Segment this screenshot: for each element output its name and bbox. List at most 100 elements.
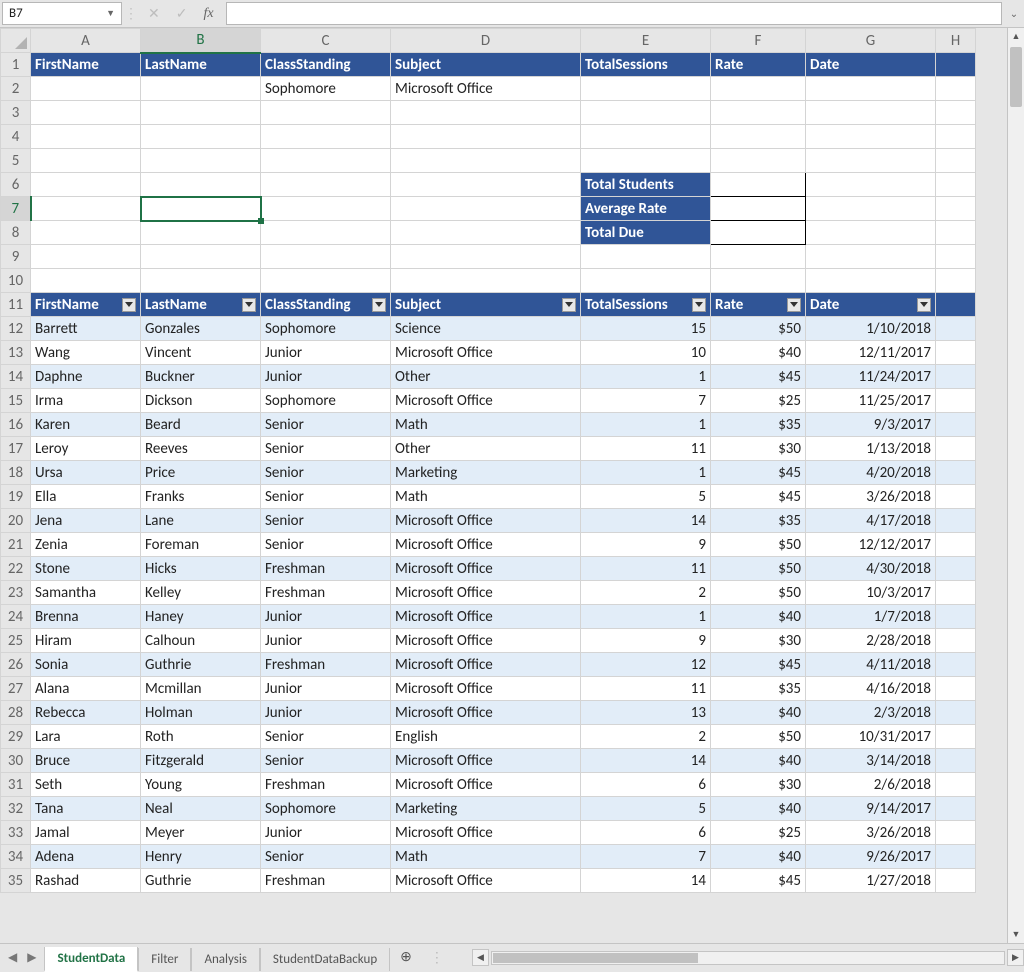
cell[interactable]: Neal <box>141 797 261 821</box>
header-Rate[interactable]: Rate <box>711 53 806 77</box>
header-TotalSessions[interactable]: TotalSessions <box>581 53 711 77</box>
expand-formula-bar[interactable]: ⌄ <box>1004 0 1024 27</box>
cell[interactable]: 11/25/2017 <box>806 389 936 413</box>
cell[interactable]: Alana <box>31 677 141 701</box>
cell[interactable]: 2/6/2018 <box>806 773 936 797</box>
cell[interactable]: Seth <box>31 773 141 797</box>
cell[interactable]: 9 <box>581 629 711 653</box>
cell[interactable] <box>711 77 806 101</box>
cell[interactable]: Senior <box>261 725 391 749</box>
name-box[interactable]: B7 ▼ <box>2 2 122 25</box>
cell[interactable]: 4/11/2018 <box>806 653 936 677</box>
row-header-30[interactable]: 30 <box>1 749 31 773</box>
table-header-ClassStanding[interactable]: ClassStanding <box>261 293 391 317</box>
cell[interactable] <box>936 749 976 773</box>
cell[interactable]: Beard <box>141 413 261 437</box>
horizontal-scrollbar[interactable]: ◀ ▶ <box>472 944 1024 971</box>
cell[interactable] <box>261 125 391 149</box>
cell[interactable]: Wang <box>31 341 141 365</box>
cell[interactable] <box>31 101 141 125</box>
cell[interactable]: Guthrie <box>141 653 261 677</box>
row-header-19[interactable]: 19 <box>1 485 31 509</box>
cell[interactable] <box>581 245 711 269</box>
cell[interactable]: $30 <box>711 629 806 653</box>
column-header-A[interactable]: A <box>31 29 141 53</box>
table-header-Rate[interactable]: Rate <box>711 293 806 317</box>
cell[interactable]: Junior <box>261 821 391 845</box>
row-header-21[interactable]: 21 <box>1 533 31 557</box>
cell[interactable]: 4/30/2018 <box>806 557 936 581</box>
filter-button[interactable] <box>562 298 576 312</box>
header-Date[interactable]: Date <box>806 53 936 77</box>
cell[interactable]: Freshman <box>261 869 391 893</box>
cell[interactable]: Sophomore <box>261 389 391 413</box>
cell[interactable]: $50 <box>711 581 806 605</box>
cell[interactable]: $40 <box>711 701 806 725</box>
cell[interactable]: Senior <box>261 533 391 557</box>
row-header-12[interactable]: 12 <box>1 317 31 341</box>
cell[interactable] <box>936 53 976 77</box>
cell[interactable]: $45 <box>711 869 806 893</box>
cell[interactable]: $40 <box>711 797 806 821</box>
row-header-20[interactable]: 20 <box>1 509 31 533</box>
cell[interactable]: Sonia <box>31 653 141 677</box>
cell[interactable] <box>141 245 261 269</box>
cell[interactable]: Math <box>391 845 581 869</box>
cell[interactable] <box>261 173 391 197</box>
cell[interactable]: 11 <box>581 557 711 581</box>
cell[interactable]: $30 <box>711 437 806 461</box>
cell[interactable]: 5 <box>581 797 711 821</box>
cell[interactable]: Roth <box>141 725 261 749</box>
cell[interactable]: Ella <box>31 485 141 509</box>
cell[interactable] <box>936 341 976 365</box>
filter-button[interactable] <box>242 298 256 312</box>
cell[interactable] <box>711 149 806 173</box>
cell[interactable] <box>581 125 711 149</box>
cell[interactable]: Junior <box>261 677 391 701</box>
cell[interactable]: Meyer <box>141 821 261 845</box>
cell[interactable]: Haney <box>141 605 261 629</box>
row-header-24[interactable]: 24 <box>1 605 31 629</box>
cell[interactable]: $50 <box>711 725 806 749</box>
cell[interactable] <box>261 245 391 269</box>
cell[interactable]: Senior <box>261 437 391 461</box>
cell[interactable]: Adena <box>31 845 141 869</box>
cell[interactable]: Microsoft Office <box>391 749 581 773</box>
cell[interactable]: Microsoft Office <box>391 509 581 533</box>
filter-button[interactable] <box>787 298 801 312</box>
cell[interactable]: Brenna <box>31 605 141 629</box>
scroll-up-icon[interactable]: ▲ <box>1008 28 1024 45</box>
scroll-thumb[interactable] <box>1010 47 1022 107</box>
cell[interactable] <box>936 605 976 629</box>
cell[interactable]: 5 <box>581 485 711 509</box>
cell[interactable]: 9 <box>581 533 711 557</box>
table-header-TotalSessions[interactable]: TotalSessions <box>581 293 711 317</box>
fx-icon[interactable]: fx <box>203 6 213 22</box>
cell[interactable]: 11 <box>581 677 711 701</box>
scroll-right-icon[interactable]: ▶ <box>1007 949 1024 966</box>
cell[interactable]: Hiram <box>31 629 141 653</box>
header-FirstName[interactable]: FirstName <box>31 53 141 77</box>
row-header-22[interactable]: 22 <box>1 557 31 581</box>
cell[interactable] <box>936 485 976 509</box>
cell[interactable] <box>936 629 976 653</box>
cell[interactable]: 6 <box>581 821 711 845</box>
cell[interactable] <box>936 581 976 605</box>
header-ClassStanding[interactable]: ClassStanding <box>261 53 391 77</box>
cell[interactable] <box>581 149 711 173</box>
cell[interactable]: Stone <box>31 557 141 581</box>
cell[interactable] <box>391 245 581 269</box>
cell[interactable]: Marketing <box>391 797 581 821</box>
vertical-scrollbar[interactable]: ▲ ▼ <box>1007 28 1024 943</box>
cell[interactable]: Freshman <box>261 581 391 605</box>
cell[interactable] <box>936 557 976 581</box>
scroll-thumb[interactable] <box>493 953 698 963</box>
average-rate-value[interactable] <box>711 197 806 221</box>
cell[interactable]: $50 <box>711 557 806 581</box>
cell[interactable]: $35 <box>711 677 806 701</box>
cell[interactable]: 2/28/2018 <box>806 629 936 653</box>
cell[interactable] <box>711 101 806 125</box>
cell[interactable] <box>711 245 806 269</box>
row-header-7[interactable]: 7 <box>1 197 31 221</box>
cell[interactable]: Senior <box>261 509 391 533</box>
